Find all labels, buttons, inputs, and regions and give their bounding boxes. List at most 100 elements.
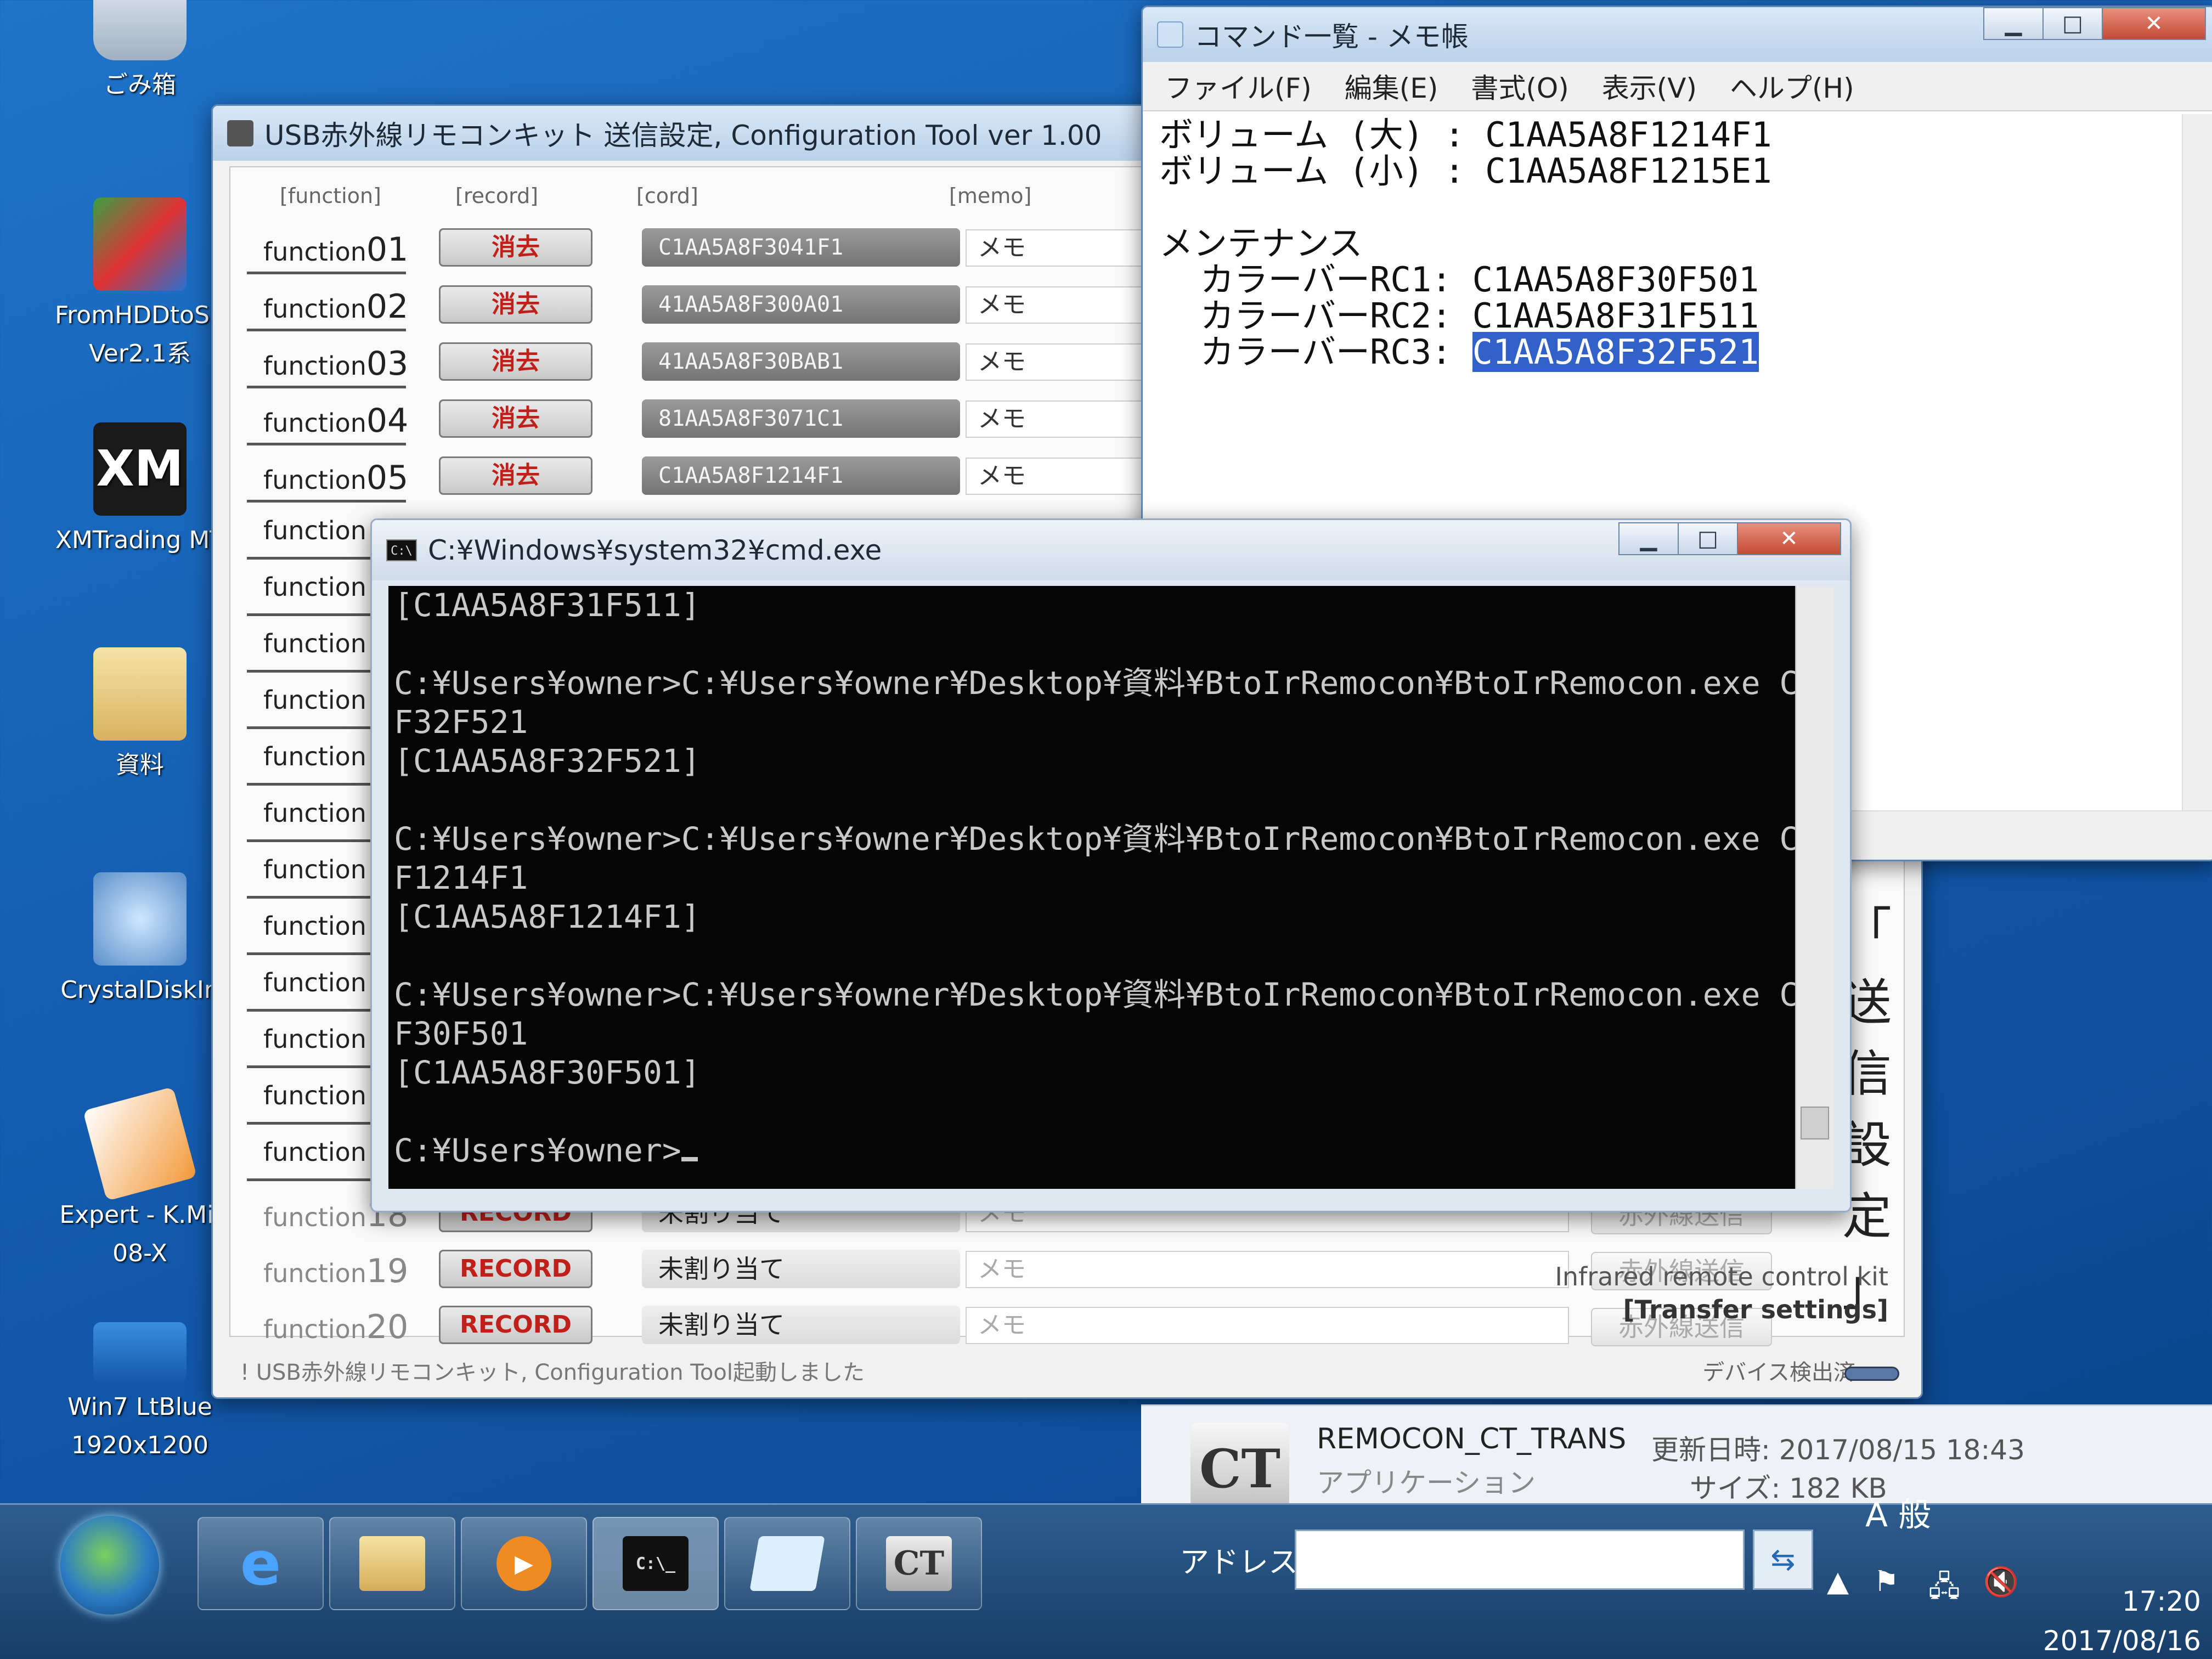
console-output[interactable]: [C1AA5A8F31F511] C:¥Users¥owner>C:¥Users… bbox=[388, 586, 1795, 1189]
file-type: アプリケーション bbox=[1317, 1467, 1536, 1499]
volume-muted-icon[interactable]: 🔇 bbox=[1983, 1565, 2019, 1599]
function-label: function bbox=[263, 1137, 366, 1167]
menu-edit[interactable]: 編集(E) bbox=[1345, 66, 1438, 106]
header-function: [function] bbox=[280, 184, 381, 208]
code-field[interactable]: C1AA5A8F1214F1 bbox=[642, 456, 960, 495]
desktop-icon-crystaldiskinfo[interactable]: CrystalDiskIn bbox=[52, 872, 228, 1009]
taskbar-ct-tool[interactable]: CT bbox=[856, 1517, 982, 1610]
xm-app-icon: XM bbox=[93, 422, 187, 516]
selected-text: C1AA5A8F32F521 bbox=[1472, 332, 1759, 372]
network-icon[interactable]: 🖧 bbox=[1928, 1565, 1960, 1614]
minimize-button[interactable]: ▁ bbox=[1618, 522, 1679, 555]
expert-app-icon bbox=[82, 1086, 198, 1201]
config-tool-title: USB赤外線リモコンキット 送信設定, Configuration Tool v… bbox=[264, 120, 1102, 151]
ime-indicator[interactable]: A 般 bbox=[1865, 1488, 1931, 1536]
taskbar-cmd[interactable]: C:\_ bbox=[592, 1517, 719, 1610]
minimize-button[interactable]: ▁ bbox=[1983, 7, 2044, 40]
function-label: function bbox=[263, 1314, 366, 1344]
folder-icon bbox=[359, 1536, 425, 1591]
cmd-window: C:\ C:¥Windows¥system32¥cmd.exe ▁ □ ✕ [C… bbox=[370, 518, 1852, 1212]
desktop-icon-recycle-bin[interactable]: ごみ箱 bbox=[52, 0, 228, 104]
function-label: function bbox=[263, 516, 366, 545]
taskbar-notepad[interactable] bbox=[724, 1517, 850, 1610]
shortcut-app-icon bbox=[93, 198, 187, 291]
function-label: function bbox=[263, 1203, 366, 1232]
desktop-icon-fromhddtoss[interactable]: FromHDDtoSS Ver2.1系 bbox=[52, 198, 228, 373]
file-size: サイズ: 182 KB bbox=[1690, 1472, 1887, 1504]
desktop-icon-xmtrading[interactable]: XM XMTrading MT bbox=[52, 422, 228, 560]
address-input[interactable] bbox=[1295, 1530, 1745, 1590]
taskbar-ie[interactable]: e bbox=[198, 1517, 324, 1610]
code-field[interactable]: 81AA5A8F3071C1 bbox=[642, 399, 960, 438]
record-button[interactable]: RECORD bbox=[439, 1250, 592, 1288]
close-button[interactable]: ✕ bbox=[1737, 522, 1841, 555]
function-label: function bbox=[263, 294, 366, 324]
memo-field[interactable]: メモ bbox=[966, 1307, 1569, 1344]
code-field[interactable]: 41AA5A8F30BAB1 bbox=[642, 342, 960, 381]
scrollbar-thumb[interactable] bbox=[1801, 1107, 1829, 1139]
notepad-title: コマンド一覧 - メモ帳 bbox=[1194, 21, 1469, 53]
action-center-flag-icon[interactable]: ⚑ bbox=[1874, 1565, 1899, 1598]
menu-help[interactable]: ヘルプ(H) bbox=[1730, 66, 1854, 106]
function-number: 05 bbox=[366, 459, 409, 497]
function-label: function bbox=[263, 408, 366, 438]
function-number: 03 bbox=[366, 345, 409, 383]
cmd-prompt: C:¥Users¥owner> bbox=[394, 1132, 681, 1169]
function-number: 01 bbox=[366, 230, 409, 269]
system-clock[interactable]: 17:20 2017/08/16 bbox=[2043, 1582, 2201, 1659]
status-message: ! USB赤外線リモコンキット, Configuration Tool起動しまし… bbox=[240, 1360, 865, 1385]
maximize-button[interactable]: □ bbox=[2042, 7, 2103, 40]
code-field[interactable]: 未割り当て bbox=[642, 1306, 960, 1344]
clock-time: 17:20 bbox=[2121, 1585, 2201, 1617]
maximize-button[interactable]: □ bbox=[1678, 522, 1738, 555]
erase-button[interactable]: 消去 bbox=[439, 342, 592, 381]
desktop-icon-documents-folder[interactable]: 資料 bbox=[52, 647, 228, 785]
erase-button[interactable]: 消去 bbox=[439, 456, 592, 495]
desktop-icon-expert[interactable]: Expert - K.Mii 08-X bbox=[52, 1086, 228, 1273]
function-label: function bbox=[263, 855, 366, 884]
menu-file[interactable]: ファイル(F) bbox=[1165, 66, 1312, 106]
crystaldisk-icon bbox=[93, 872, 187, 966]
close-button[interactable]: ✕ bbox=[2102, 7, 2206, 40]
record-button[interactable]: RECORD bbox=[439, 1306, 592, 1344]
ct-app-icon: CT bbox=[886, 1536, 952, 1591]
function-label: function bbox=[263, 572, 366, 602]
erase-button[interactable]: 消去 bbox=[439, 228, 592, 267]
device-indicator bbox=[1844, 1367, 1899, 1381]
address-toolbar-label: アドレス bbox=[1180, 1545, 1298, 1579]
function-number: 20 bbox=[366, 1308, 409, 1346]
menu-view[interactable]: 表示(V) bbox=[1602, 66, 1697, 106]
media-player-icon: ▶ bbox=[496, 1536, 551, 1591]
recycle-bin-icon bbox=[93, 0, 187, 60]
show-hidden-icons[interactable]: ▲ bbox=[1827, 1565, 1849, 1598]
code-field[interactable]: C1AA5A8F3041F1 bbox=[642, 228, 960, 267]
ct-app-icon: CT bbox=[1190, 1423, 1289, 1516]
memo-field[interactable]: メモ bbox=[966, 1251, 1569, 1288]
kit-caption: Infrared remote control kit [Transfer se… bbox=[1555, 1262, 1888, 1324]
cmd-icon: C:\ bbox=[386, 539, 417, 561]
code-field[interactable]: 41AA5A8F300A01 bbox=[642, 285, 960, 324]
vertical-scrollbar[interactable] bbox=[1795, 586, 1833, 1189]
function-label: function bbox=[263, 968, 366, 997]
cmd-icon: C:\_ bbox=[623, 1536, 689, 1591]
erase-button[interactable]: 消去 bbox=[439, 285, 592, 324]
menu-format[interactable]: 書式(O) bbox=[1471, 66, 1568, 106]
function-number: 02 bbox=[366, 287, 409, 326]
code-field[interactable]: 未割り当て bbox=[642, 1250, 960, 1288]
device-status: デバイス検出済 bbox=[1702, 1360, 1855, 1385]
notepad-text-area[interactable]: ボリューム (大) : C1AA5A8F1214F1 ボリューム (小) : C1… bbox=[1159, 117, 1772, 372]
function-label: function bbox=[263, 1024, 366, 1054]
notepad-icon bbox=[749, 1536, 825, 1591]
taskbar-media-player[interactable]: ▶ bbox=[461, 1517, 587, 1610]
vertical-scrollbar[interactable] bbox=[2182, 114, 2212, 810]
function-label: function bbox=[263, 1081, 366, 1110]
function-number: 04 bbox=[366, 402, 409, 440]
function-label: function bbox=[263, 911, 366, 941]
function-number: 19 bbox=[366, 1252, 409, 1290]
function-label: function bbox=[263, 237, 366, 267]
desktop-icon-win7-ltblue[interactable]: Win7 LtBlue 1920x1200 bbox=[52, 1322, 228, 1465]
go-arrow-icon[interactable]: ⇆ bbox=[1753, 1530, 1813, 1590]
erase-button[interactable]: 消去 bbox=[439, 399, 592, 438]
start-button[interactable] bbox=[60, 1516, 159, 1615]
taskbar-explorer[interactable] bbox=[329, 1517, 455, 1610]
